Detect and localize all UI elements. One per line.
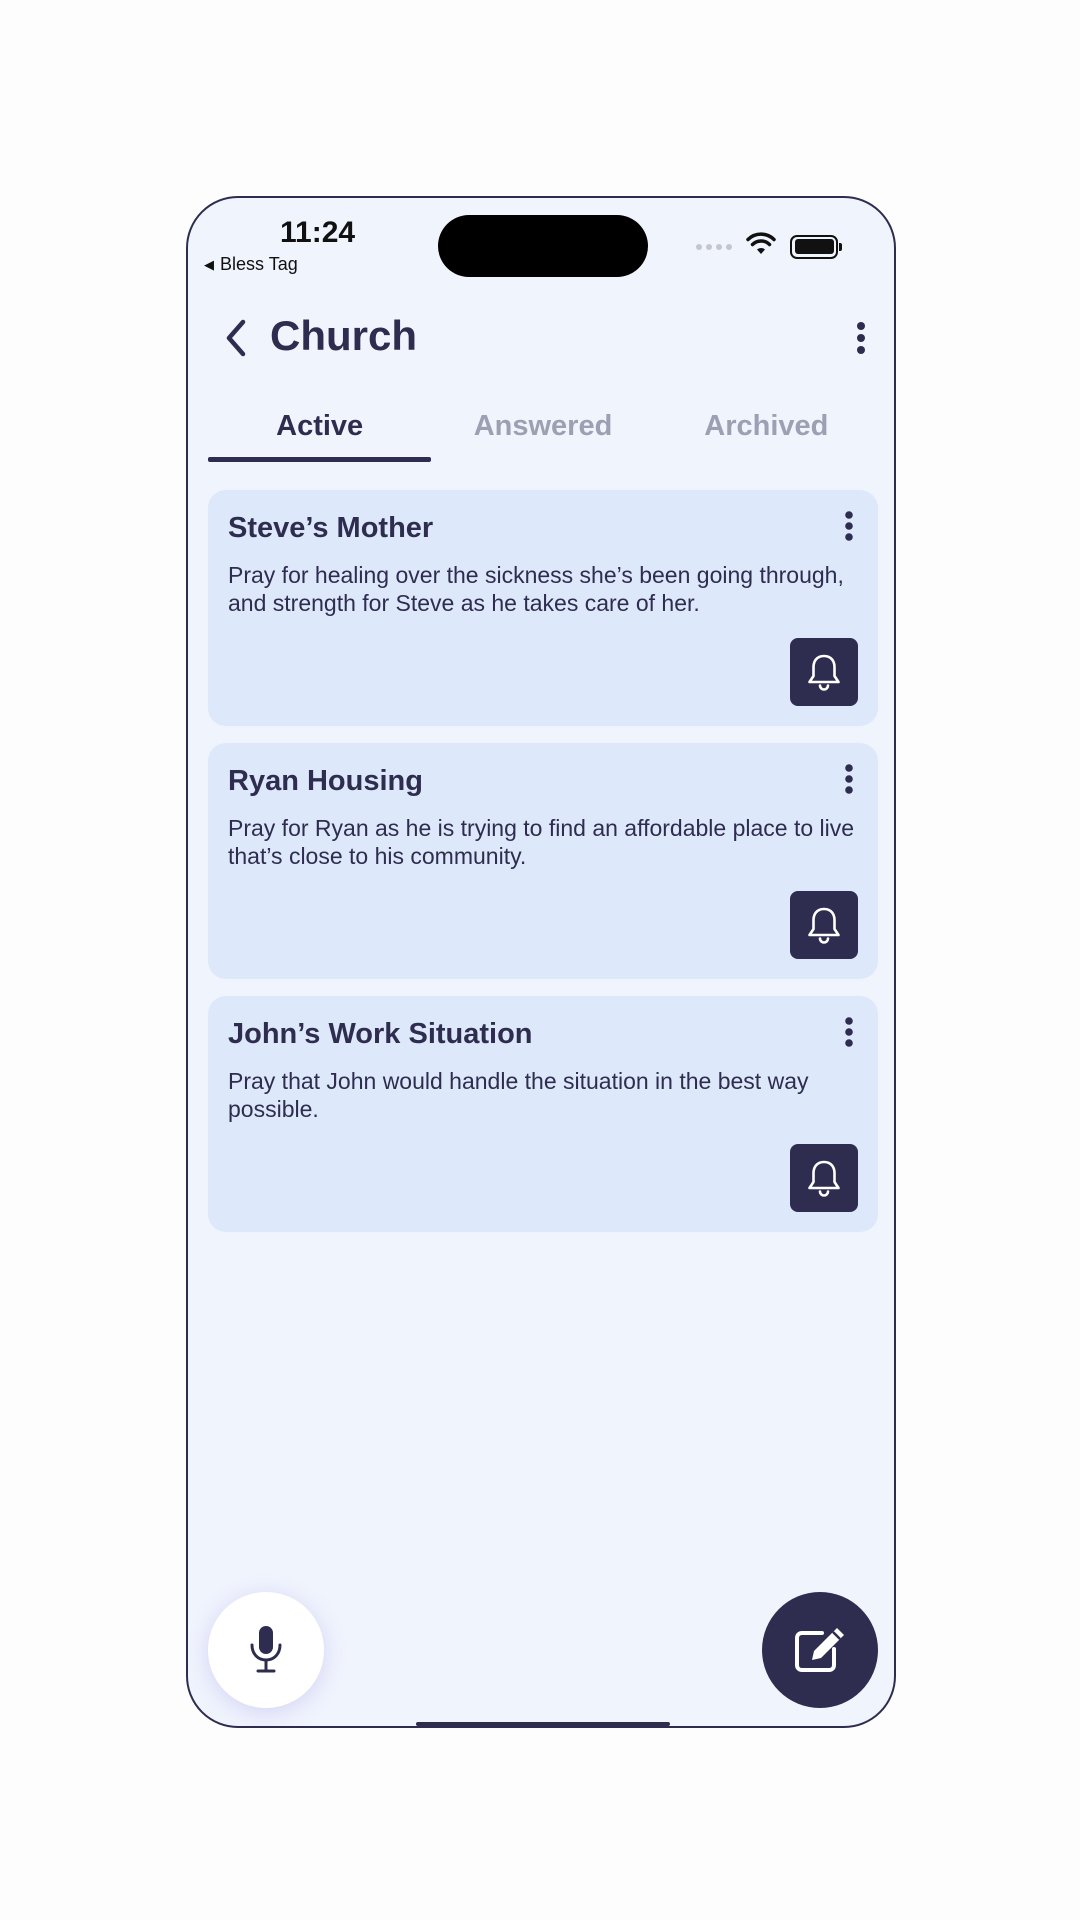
- prayer-more-button[interactable]: [834, 1012, 864, 1052]
- back-triangle-icon: ◀: [204, 256, 214, 272]
- prayer-card[interactable]: Steve’s Mother Pray for healing over the…: [208, 490, 878, 726]
- bell-icon: [808, 1160, 840, 1197]
- header-more-button[interactable]: [846, 316, 876, 360]
- prayer-card[interactable]: John’s Work Situation Pray that John wou…: [208, 996, 878, 1232]
- cellular-signal-icon: [696, 243, 732, 250]
- status-time: 11:24: [280, 216, 356, 249]
- more-vertical-icon: [845, 511, 853, 541]
- more-vertical-icon: [845, 1017, 853, 1047]
- prayer-list: Steve’s Mother Pray for healing over the…: [208, 490, 878, 1249]
- status-back-app-label: Bless Tag: [220, 254, 298, 274]
- prayer-more-button[interactable]: [834, 506, 864, 546]
- prayer-text: Pray for Ryan as he is trying to find an…: [228, 815, 855, 869]
- more-vertical-icon: [857, 322, 865, 354]
- wifi-icon: [746, 232, 776, 261]
- microphone-icon: [250, 1626, 282, 1673]
- prayer-more-button[interactable]: [834, 759, 864, 799]
- chevron-left-icon: [226, 319, 246, 357]
- prayer-text: Pray that John would handle the situatio…: [228, 1068, 809, 1122]
- new-prayer-button[interactable]: [762, 1592, 878, 1708]
- dynamic-island: [438, 215, 648, 277]
- tab-active[interactable]: Active: [208, 398, 432, 462]
- battery-icon: [790, 234, 842, 259]
- reminder-button[interactable]: [790, 1144, 858, 1212]
- status-icons: [696, 232, 842, 261]
- back-button[interactable]: [214, 316, 258, 360]
- voice-input-button[interactable]: [208, 1592, 324, 1708]
- status-back-app-link[interactable]: ◀ Bless Tag: [204, 254, 298, 275]
- home-indicator: [416, 1722, 670, 1726]
- page-title: Church: [270, 312, 417, 359]
- bell-icon: [808, 654, 840, 691]
- prayer-title: Ryan Housing: [228, 765, 423, 797]
- phone-frame: 11:24 ◀ Bless Tag Church Active Answered…: [186, 196, 896, 1728]
- prayer-card[interactable]: Ryan Housing Pray for Ryan as he is tryi…: [208, 743, 878, 979]
- tab-archived[interactable]: Archived: [655, 398, 878, 462]
- prayer-title: Steve’s Mother: [228, 512, 434, 544]
- page-header: Church: [188, 308, 894, 368]
- reminder-button[interactable]: [790, 891, 858, 959]
- tab-answered[interactable]: Answered: [431, 398, 654, 462]
- prayer-text: Pray for healing over the sickness she’s…: [228, 562, 844, 616]
- prayer-title: John’s Work Situation: [228, 1018, 533, 1050]
- bell-icon: [808, 907, 840, 944]
- more-vertical-icon: [845, 764, 853, 794]
- edit-icon: [795, 1628, 844, 1672]
- reminder-button[interactable]: [790, 638, 858, 706]
- status-tabs: Active Answered Archived: [208, 398, 878, 462]
